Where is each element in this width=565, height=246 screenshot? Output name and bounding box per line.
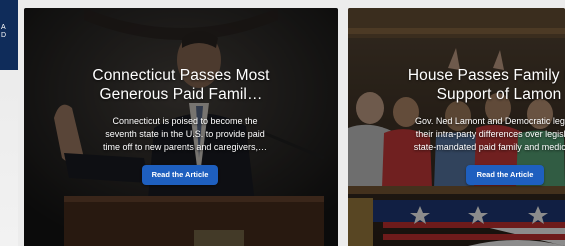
article-card-1[interactable]: Connecticut Passes Most Generous Paid Fa… [24, 8, 338, 246]
article-title[interactable]: Connecticut Passes Most Generous Paid Fa… [24, 66, 338, 104]
article-excerpt-line: seventh state in the U.S. to provide pai… [105, 129, 265, 139]
article-excerpt: Gov. Ned Lamont and Democratic legislat … [348, 115, 565, 154]
brand-letter: A [1, 24, 6, 31]
left-edge-panel: A D [0, 0, 18, 246]
article-title-line: Generous Paid Famil… [99, 86, 263, 103]
article-card-2[interactable]: House Passes Family Lea Support of Lamon… [348, 8, 565, 246]
article-excerpt-line: their intra-party differences over legis… [415, 129, 565, 139]
article-title[interactable]: House Passes Family Lea Support of Lamon [348, 66, 565, 104]
article-title-line: Connecticut Passes Most [92, 67, 270, 84]
read-article-button[interactable]: Read the Article [142, 165, 218, 185]
article-title-line: Support of Lamon [436, 86, 562, 103]
read-article-button[interactable]: Read the Article [466, 165, 544, 185]
brand-logo-block[interactable]: A D [0, 0, 18, 70]
brand-letter: D [1, 32, 7, 39]
article-excerpt-line: state-mandated paid family and medical l… [413, 142, 565, 152]
article-excerpt-line: Connecticut is poised to become the [112, 116, 258, 126]
article-excerpt-line: Gov. Ned Lamont and Democratic legislat [415, 116, 565, 126]
article-excerpt: Connecticut is poised to become the seve… [86, 115, 284, 154]
article-title-line: House Passes Family Lea [407, 67, 565, 84]
article-excerpt-line: time off to new parents and caregivers,… [103, 142, 267, 152]
